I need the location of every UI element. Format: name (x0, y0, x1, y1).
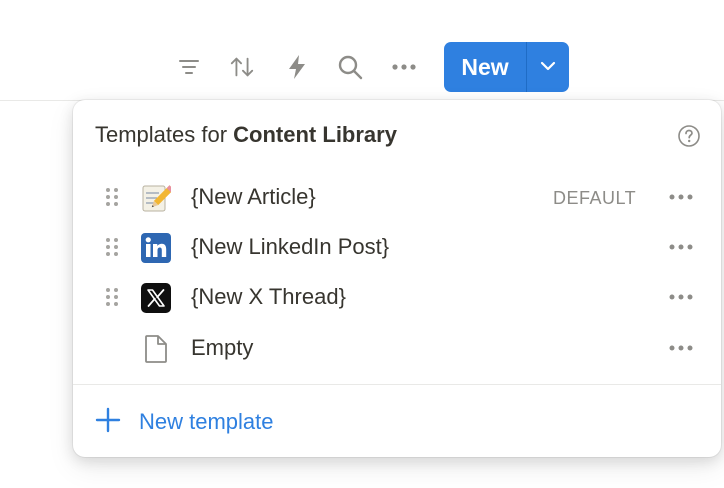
template-item-empty[interactable]: Empty (73, 323, 721, 373)
template-label: Empty (191, 335, 254, 360)
more-icon[interactable] (391, 54, 417, 80)
template-item-new-linkedin-post[interactable]: {New LinkedIn Post} (73, 222, 721, 272)
popup-title: Templates for Content Library (95, 122, 397, 148)
more-options-icon[interactable] (666, 336, 696, 360)
filter-icon[interactable] (176, 54, 202, 80)
automation-bolt-icon[interactable] (284, 54, 310, 80)
linkedin-icon (140, 232, 172, 264)
new-split-button: New (444, 42, 569, 92)
new-template-button[interactable]: New template (95, 400, 274, 444)
new-dropdown-button[interactable] (527, 42, 569, 92)
popup-divider (73, 384, 721, 385)
plus-icon (95, 407, 121, 438)
chevron-down-icon (540, 58, 556, 76)
more-options-icon[interactable] (666, 235, 696, 259)
template-item-new-article[interactable]: {New Article} DEFAULT (73, 172, 721, 222)
templates-popup: Templates for Content Library {New Artic… (73, 100, 721, 457)
template-label: {New X Thread} (191, 284, 346, 309)
popup-title-prefix: Templates for (95, 122, 234, 147)
more-options-icon[interactable] (666, 285, 696, 309)
new-button[interactable]: New (444, 42, 526, 92)
drag-handle-icon[interactable] (104, 236, 120, 258)
help-icon[interactable] (677, 124, 701, 148)
popup-title-database: Content Library (233, 122, 397, 147)
template-label: {New Article} (191, 184, 316, 209)
template-item-new-x-thread[interactable]: {New X Thread} (73, 272, 721, 322)
memo-pencil-icon (140, 182, 172, 214)
drag-handle-icon[interactable] (104, 286, 120, 308)
search-icon[interactable] (337, 54, 363, 80)
sort-icon[interactable] (229, 54, 255, 80)
new-template-label: New template (139, 409, 274, 434)
more-options-icon[interactable] (666, 185, 696, 209)
page-icon (140, 333, 172, 365)
default-badge: DEFAULT (553, 188, 637, 208)
drag-handle-icon[interactable] (104, 186, 120, 208)
template-label: {New LinkedIn Post} (191, 234, 390, 259)
x-icon (140, 282, 172, 314)
